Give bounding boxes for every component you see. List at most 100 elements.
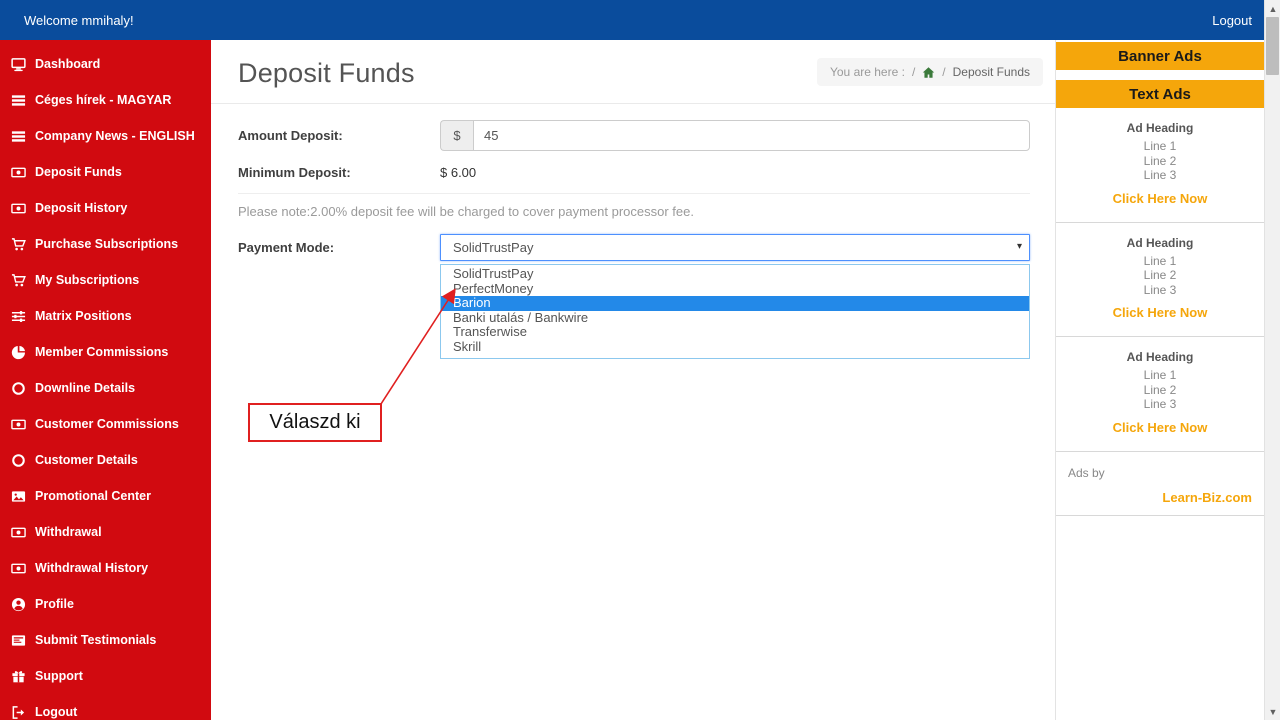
breadcrumb-separator: /	[942, 65, 946, 79]
sidebar-item-label: Customer Commissions	[35, 417, 179, 431]
sidebar-item-label: Céges hírek - MAGYAR	[35, 93, 172, 107]
news-icon	[10, 92, 26, 108]
banknote-icon	[10, 524, 26, 540]
ad-line: Line 1	[1143, 139, 1177, 153]
sidebar-item-my-subscriptions[interactable]: My Subscriptions	[0, 262, 211, 298]
news-icon	[10, 128, 26, 144]
sidebar-item-support[interactable]: Support	[0, 658, 211, 694]
payment-option-barion[interactable]: Barion	[441, 296, 1029, 311]
payment-option-banki-utal-s-bankwire[interactable]: Banki utalás / Bankwire	[441, 310, 1029, 326]
payment-option-solidtrustpay[interactable]: SolidTrustPay	[441, 266, 1029, 282]
sidebar-item-label: Customer Details	[35, 453, 138, 467]
text-ad-block-2: Ad Heading Line 1 Line 2 Line 3 Click Here N…	[1056, 223, 1264, 337]
breadcrumb: You are here : / / Deposit Funds	[816, 58, 1043, 86]
sidebar-item-label: Support	[35, 669, 83, 683]
ad-line: Line 1	[1143, 253, 1177, 268]
sidebar-item-deposit-history[interactable]: Deposit History	[0, 190, 211, 226]
text-ad-block-1: Ad Heading Line 1 Line 2 Line 3 Click Here N…	[1056, 108, 1264, 223]
sidebar-item-logout[interactable]: Logout	[0, 694, 211, 720]
ad-heading: Ad Heading	[1126, 121, 1194, 135]
sidebar-item-label: My Subscriptions	[35, 273, 140, 287]
deposit-fee-note: Please note:2.00% deposit fee will be ch…	[238, 204, 694, 219]
sidebar-item-submit-testimonials[interactable]: Submit Testimonials	[0, 622, 211, 658]
sidebar-item-label: Purchase Subscriptions	[35, 237, 179, 251]
caret-down-icon: ▾	[1016, 241, 1022, 252]
sidebar-item-promotional-center[interactable]: Promotional Center	[0, 478, 211, 514]
ads-by-label: Ads by	[1068, 465, 1105, 480]
amount-deposit-label: Amount Deposit:	[238, 128, 343, 143]
vertical-scrollbar[interactable]: ▲ ▼	[1264, 0, 1280, 720]
home-icon[interactable]	[922, 66, 935, 79]
ad-cta-link[interactable]: Click Here Now	[1113, 305, 1208, 320]
sidebar-item-member-commissions[interactable]: Member Commissions	[0, 334, 211, 370]
image-icon	[10, 488, 26, 504]
welcome-text: Welcome mmihaly!	[24, 12, 134, 28]
ad-line: Line 3	[1143, 282, 1177, 297]
currency-addon: $	[440, 120, 473, 151]
circle-icon	[10, 452, 26, 468]
deposit-form: Amount Deposit: $ Minimum Deposit: $ 6.0…	[211, 104, 1055, 359]
minimum-deposit-label: Minimum Deposit:	[238, 164, 351, 180]
sidebar-item-company-news-english[interactable]: Company News - ENGLISH	[0, 118, 211, 154]
scrollbar-thumb[interactable]	[1266, 17, 1279, 75]
sidebar-item-dashboard[interactable]: Dashboard	[0, 46, 211, 82]
banknote-icon	[10, 200, 26, 216]
sidebar-item-purchase-subscriptions[interactable]: Purchase Subscriptions	[0, 226, 211, 262]
sidebar-item-label: Member Commissions	[35, 345, 169, 359]
banknote-icon	[10, 416, 26, 432]
sidebar-item-label: Deposit Funds	[35, 165, 122, 179]
payment-option-perfectmoney[interactable]: PerfectMoney	[441, 281, 1029, 297]
scroll-up-arrow-icon[interactable]: ▲	[1265, 0, 1280, 17]
amount-input[interactable]	[473, 120, 1030, 151]
cart-icon	[10, 236, 26, 252]
breadcrumb-separator: /	[911, 65, 916, 79]
scroll-down-arrow-icon[interactable]: ▼	[1265, 703, 1280, 720]
ad-cta-link[interactable]: Click Here Now	[1113, 420, 1208, 435]
payment-option-skrill[interactable]: Skrill	[441, 339, 1029, 355]
sidebar-item-label: Matrix Positions	[35, 309, 132, 323]
sidebar-item-label: Promotional Center	[35, 489, 151, 503]
sidebar-item-withdrawal-history[interactable]: Withdrawal History	[0, 550, 211, 586]
sidebar-item-customer-details[interactable]: Customer Details	[0, 442, 211, 478]
divider	[238, 193, 1030, 194]
logout-icon	[10, 704, 26, 720]
ad-line: Line 3	[1143, 168, 1177, 182]
text-ads-header: Text Ads	[1056, 80, 1264, 108]
ad-line: Line 2	[1143, 153, 1177, 168]
banknote-icon	[10, 164, 26, 180]
sidebar-item-label: Profile	[35, 597, 74, 611]
sidebar-item-label: Company News - ENGLISH	[35, 129, 195, 143]
ads-by-link[interactable]: Learn-Biz.com	[1068, 490, 1252, 505]
sidebar-item-label: Logout	[35, 705, 78, 719]
breadcrumb-current: Deposit Funds	[952, 65, 1030, 79]
sidebar-item-label: Downline Details	[35, 381, 136, 395]
page-header: Deposit Funds You are here : / / Deposit…	[211, 40, 1055, 104]
text-ad-block-3: Ad Heading Line 1 Line 2 Line 3 Click Here N…	[1056, 337, 1264, 452]
payment-mode-select[interactable]: SolidTrustPay ▾	[440, 234, 1030, 261]
sidebar-item-matrix-positions[interactable]: Matrix Positions	[0, 298, 211, 334]
sidebar-item-withdrawal[interactable]: Withdrawal	[0, 514, 211, 550]
topbar-logout-link[interactable]: Logout	[1212, 13, 1252, 28]
ads-by-block: Ads by Learn-Biz.com	[1056, 452, 1264, 516]
payment-option-transferwise[interactable]: Transferwise	[441, 325, 1029, 340]
amount-deposit-row: Amount Deposit: $	[238, 120, 1030, 151]
ad-cta-link[interactable]: Click Here Now	[1113, 191, 1208, 206]
sidebar-item-profile[interactable]: Profile	[0, 586, 211, 622]
sidebar-item-downline-details[interactable]: Downline Details	[0, 370, 211, 406]
sidebar-item-customer-commissions[interactable]: Customer Commissions	[0, 406, 211, 442]
sidebar-item-deposit-funds[interactable]: Deposit Funds	[0, 154, 211, 190]
sidebar-item-label: Withdrawal	[35, 525, 102, 539]
breadcrumb-prefix: You are here :	[829, 65, 905, 79]
pie-chart-icon	[10, 344, 26, 360]
ad-heading: Ad Heading	[1126, 350, 1194, 364]
payment-options-list: SolidTrustPay PerfectMoney Barion Banki uta…	[440, 264, 1030, 359]
sidebar-item-label: Withdrawal History	[35, 561, 149, 575]
payment-mode-selected-value: SolidTrustPay	[453, 240, 534, 255]
sidebar-item-label: Dashboard	[35, 57, 101, 71]
sidebar: Dashboard Céges hírek - MAGYAR Company New…	[0, 40, 211, 720]
sidebar-item-c-ges-h-rek-magyar[interactable]: Céges hírek - MAGYAR	[0, 82, 211, 118]
circle-icon	[10, 380, 26, 396]
payment-mode-label: Payment Mode:	[238, 240, 335, 255]
minimum-deposit-row: Minimum Deposit: $ 6.00	[238, 160, 1030, 184]
annotation-callout: Válaszd ki	[248, 403, 382, 442]
